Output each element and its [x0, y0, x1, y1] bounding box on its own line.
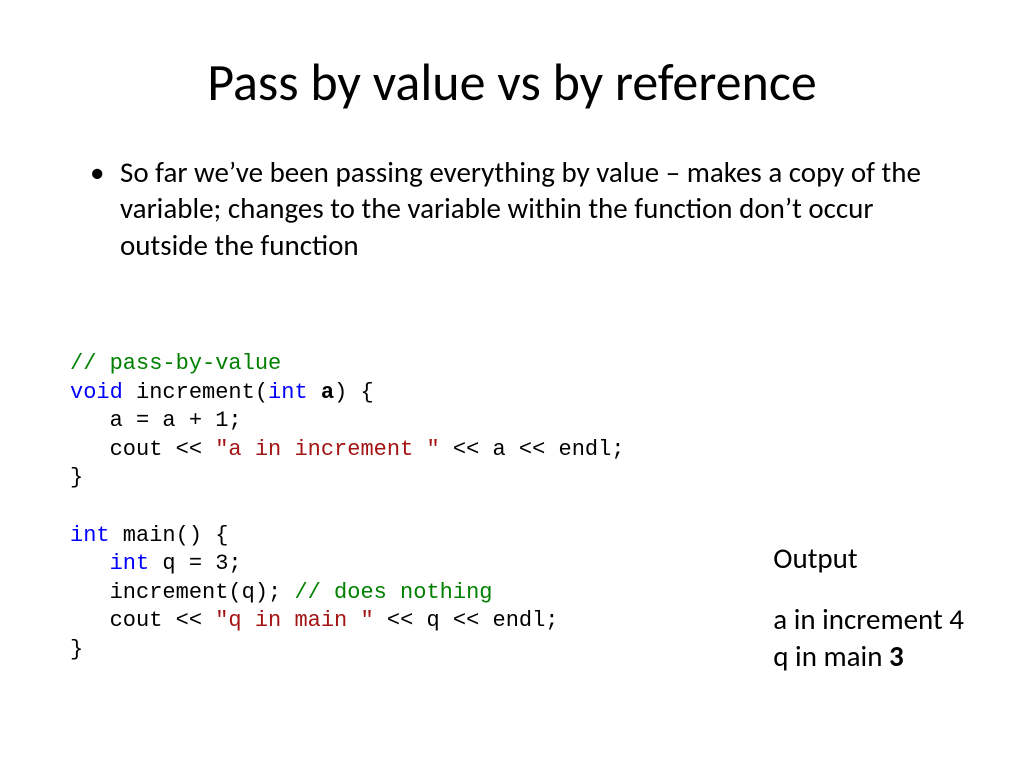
output-line: a in increment 4: [773, 601, 964, 637]
output-text: q in main: [773, 638, 889, 674]
code-string: "a in increment ": [215, 437, 439, 462]
code-string: "q in main ": [215, 608, 373, 633]
slide-title: Pass by value vs by reference: [0, 0, 1024, 134]
code-text: << q << endl;: [374, 608, 559, 633]
code-block: // pass-by-value void increment(int a) {…: [70, 350, 625, 665]
code-text: [70, 551, 110, 576]
output-line: q in main 3: [773, 638, 964, 674]
output-block: Output a in increment 4 q in main 3: [773, 540, 964, 674]
code-text: main() {: [110, 523, 229, 548]
output-text: a in increment: [773, 601, 949, 637]
code-text: cout <<: [70, 608, 215, 633]
code-keyword: int: [70, 523, 110, 548]
code-text: cout <<: [70, 437, 215, 462]
output-value: 4: [949, 601, 964, 637]
slide: Pass by value vs by reference So far we’…: [0, 0, 1024, 768]
code-text: a = a + 1;: [70, 408, 242, 433]
code-text: }: [70, 465, 83, 490]
code-text: << a << endl;: [440, 437, 625, 462]
code-keyword: int: [268, 380, 308, 405]
code-comment: // pass-by-value: [70, 351, 281, 376]
code-text: [308, 380, 321, 405]
code-keyword: int: [110, 551, 150, 576]
code-param: a: [321, 380, 334, 405]
bullet-block: So far we’ve been passing everything by …: [0, 134, 1024, 263]
code-comment: // does nothing: [294, 580, 492, 605]
output-heading: Output: [773, 540, 964, 576]
code-text: increment(q);: [70, 580, 294, 605]
code-text: q = 3;: [149, 551, 241, 576]
code-keyword: void: [70, 380, 123, 405]
bullet-text: So far we’ve been passing everything by …: [90, 154, 954, 263]
code-text: }: [70, 637, 83, 662]
output-value: 3: [889, 638, 904, 674]
code-text: ) {: [334, 380, 374, 405]
code-text: increment(: [123, 380, 268, 405]
